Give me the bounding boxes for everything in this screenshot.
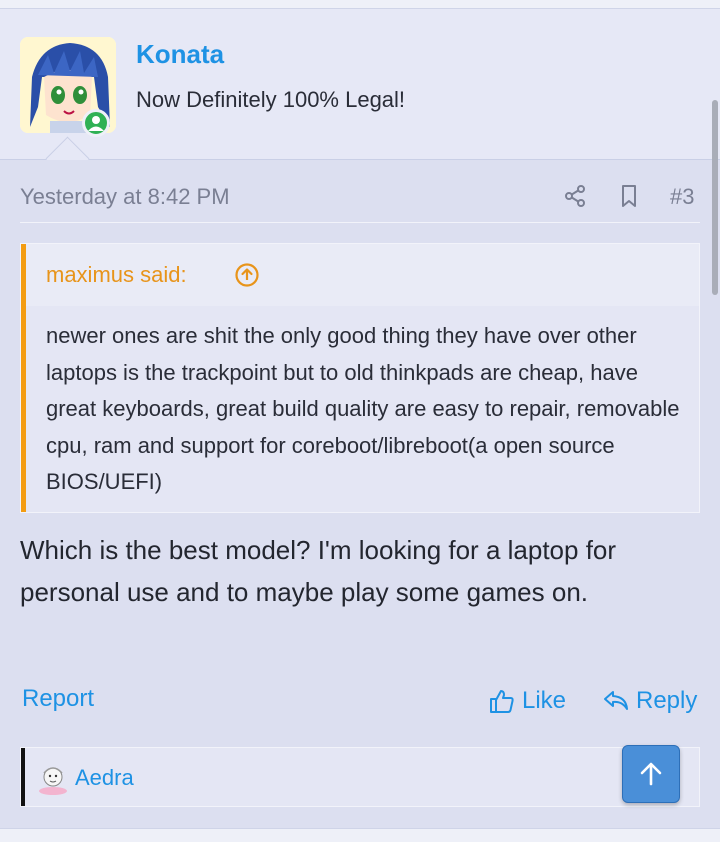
quote-author[interactable]: maximus said: [46, 262, 187, 288]
top-strip [0, 0, 720, 9]
quote-header: maximus said: [26, 244, 699, 306]
post-date[interactable]: Yesterday at 8:42 PM [20, 184, 230, 210]
report-link[interactable]: Report [22, 685, 94, 713]
reply-icon [602, 687, 630, 715]
quote-text: newer ones are shit the only good thing … [46, 323, 680, 494]
post-meta-row: Yesterday at 8:42 PM #3 [20, 172, 700, 223]
post-number[interactable]: #3 [670, 184, 694, 210]
thumbs-up-icon [488, 687, 516, 715]
reactor-name[interactable]: Aedra [75, 765, 134, 791]
reply-label: Reply [636, 687, 698, 714]
bottom-strip [0, 828, 720, 842]
arrow-up-icon [637, 760, 665, 788]
reply-button[interactable]: Reply [602, 685, 697, 717]
like-button[interactable]: Like [488, 685, 566, 717]
arrow-up-circle-icon[interactable] [234, 262, 260, 288]
bookmark-icon[interactable] [616, 183, 642, 209]
post-author-header: Konata Now Definitely 100% Legal! [0, 9, 720, 160]
post-message: Which is the best model? I'm looking for… [20, 535, 617, 607]
reactor-avatar[interactable] [37, 763, 69, 795]
page-scrollbar[interactable] [712, 100, 718, 295]
author-title: Now Definitely 100% Legal! [136, 87, 406, 112]
share-icon[interactable] [562, 183, 588, 209]
quote-block: maximus said: newer ones are shit the on… [20, 243, 700, 513]
reactions-accent-bar [21, 748, 25, 806]
reactions-bar: Aedra [20, 747, 700, 807]
scroll-to-top-button[interactable] [622, 745, 680, 803]
like-label: Like [522, 687, 567, 714]
author-name[interactable]: Konata [136, 39, 224, 70]
online-status-icon [82, 109, 110, 137]
